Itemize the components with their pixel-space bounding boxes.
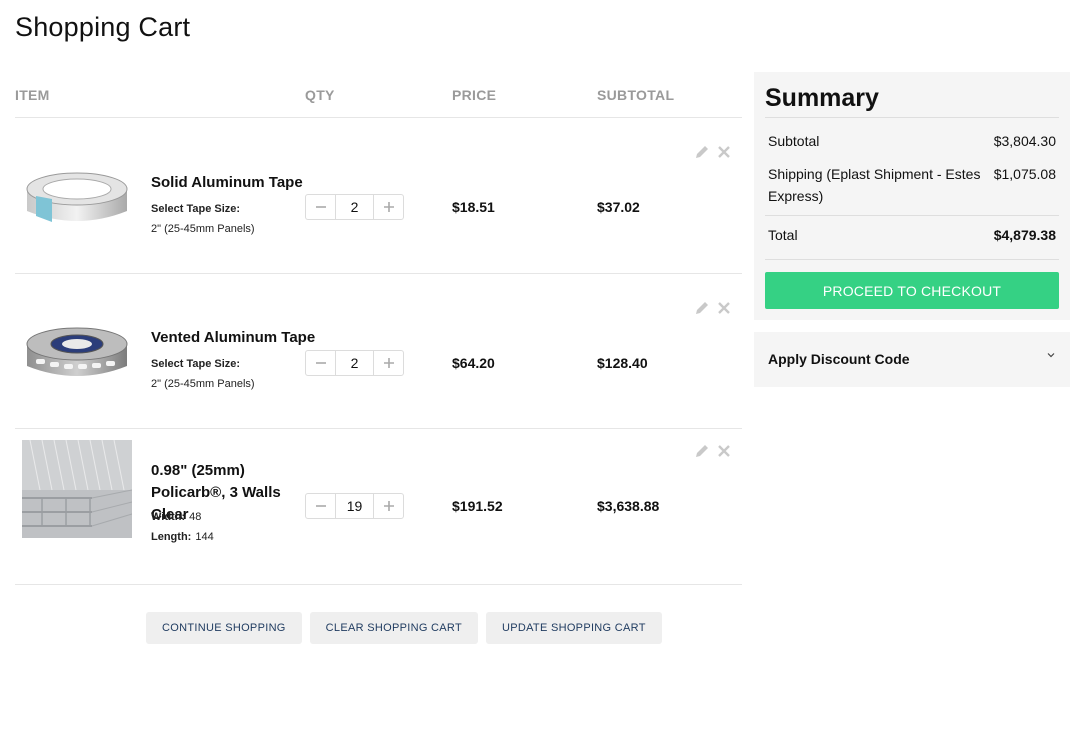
item-subtotal: $3,638.88 [597, 498, 660, 514]
row-actions [694, 443, 732, 459]
column-qty: QTY [305, 87, 335, 103]
close-icon[interactable] [716, 300, 732, 316]
increase-qty-button[interactable] [374, 195, 403, 219]
close-icon[interactable] [716, 443, 732, 459]
option-label: Width: [151, 511, 186, 523]
continue-shopping-button[interactable]: CONTINUE SHOPPING [146, 612, 302, 644]
item-subtotal: $37.02 [597, 199, 640, 215]
option-detail: 2" (25-45mm Panels) [151, 223, 255, 235]
plus-icon [383, 501, 394, 511]
item-option: Length: 144 [151, 527, 214, 547]
option-value: 144 [195, 531, 214, 543]
decrease-qty-button[interactable] [306, 195, 335, 219]
decrease-qty-button[interactable] [306, 494, 335, 518]
close-icon[interactable] [716, 144, 732, 160]
subtotal-label: Subtotal [768, 133, 820, 149]
quantity-stepper: 2 [305, 194, 404, 220]
total-value: $4,879.38 [993, 227, 1056, 243]
cart-row: Solid Aluminum Tape Select Tape Size: 2"… [15, 118, 742, 274]
divider [765, 117, 1059, 118]
item-option: Width: 48 [151, 507, 201, 527]
column-price: PRICE [452, 87, 497, 103]
increase-qty-button[interactable] [374, 351, 403, 375]
vented-tape-roll-image[interactable] [22, 304, 132, 402]
pencil-icon[interactable] [694, 144, 710, 160]
option-label: Select Tape Size: [151, 357, 241, 370]
subtotal-value: $3,804.30 [993, 133, 1056, 149]
total-label: Total [768, 227, 798, 243]
quantity-stepper: 2 [305, 349, 404, 376]
summary-shipping: Shipping (Eplast Shipment - Estes Expres… [768, 163, 1056, 207]
shipping-value: $1,075.08 [993, 166, 1056, 182]
option-value: 48 [189, 511, 202, 523]
summary-subtotal: Subtotal $3,804.30 [768, 130, 1056, 152]
plus-icon [383, 357, 394, 368]
quantity-stepper: 19 [305, 493, 404, 519]
column-subtotal: SUBTOTAL [597, 87, 675, 103]
summary-total: Total $4,879.38 [768, 224, 1056, 246]
minus-icon [315, 361, 326, 364]
pencil-icon[interactable] [694, 300, 710, 316]
proceed-to-checkout-button[interactable]: PROCEED TO CHECKOUT [765, 272, 1059, 309]
item-name[interactable]: Vented Aluminum Tape [151, 327, 321, 349]
item-price: $191.52 [452, 498, 503, 514]
apply-discount-toggle[interactable]: Apply Discount Code [754, 332, 1070, 387]
chevron-down-icon [1047, 353, 1055, 358]
aluminum-tape-roll-image[interactable] [22, 149, 132, 247]
row-actions [694, 300, 732, 316]
summary-panel: Summary Subtotal $3,804.30 Shipping (Epl… [754, 72, 1070, 320]
page-title: Shopping Cart [15, 12, 191, 42]
item-subtotal: $128.40 [597, 354, 648, 371]
summary-title: Summary [765, 84, 879, 112]
column-item: ITEM [15, 87, 50, 103]
update-cart-button[interactable]: UPDATE SHOPPING CART [485, 612, 662, 644]
cart-row: Vented Aluminum Tape Select Tape Size: 2… [15, 274, 742, 429]
cart-header: ITEM QTY PRICE SUBTOTAL [15, 72, 742, 118]
item-name[interactable]: Solid Aluminum Tape [151, 172, 321, 194]
quantity-input[interactable]: 19 [335, 494, 374, 518]
row-actions [694, 144, 732, 160]
cart-row: 0.98" (25mm) Policarb®, 3 Walls Clear Wi… [15, 429, 742, 585]
quantity-input[interactable]: 2 [335, 350, 374, 375]
cart-table: ITEM QTY PRICE SUBTOTAL Solid Aluminum T… [15, 72, 742, 585]
plus-icon [383, 202, 394, 212]
divider [765, 259, 1059, 260]
quantity-input[interactable]: 2 [335, 195, 374, 219]
item-price: $18.51 [452, 199, 495, 215]
item-price: $64.20 [452, 354, 495, 371]
polycarbonate-panel-image[interactable] [22, 440, 132, 538]
item-option: Select Tape Size: [151, 199, 244, 219]
minus-icon [315, 505, 326, 507]
item-option: Select Tape Size: [151, 354, 244, 374]
clear-cart-button[interactable]: CLEAR SHOPPING CART [309, 612, 478, 644]
shipping-label: Shipping (Eplast Shipment - Estes Expres… [768, 166, 981, 204]
decrease-qty-button[interactable] [306, 351, 335, 375]
cart-actions: CONTINUE SHOPPING CLEAR SHOPPING CART UP… [146, 612, 662, 644]
increase-qty-button[interactable] [374, 494, 403, 518]
pencil-icon[interactable] [694, 443, 710, 459]
option-label: Select Tape Size: [151, 203, 241, 215]
discount-label: Apply Discount Code [768, 351, 910, 367]
option-detail: 2" (25-45mm Panels) [151, 377, 255, 390]
option-label: Length: [151, 531, 192, 543]
minus-icon [315, 206, 326, 208]
divider [765, 215, 1059, 216]
